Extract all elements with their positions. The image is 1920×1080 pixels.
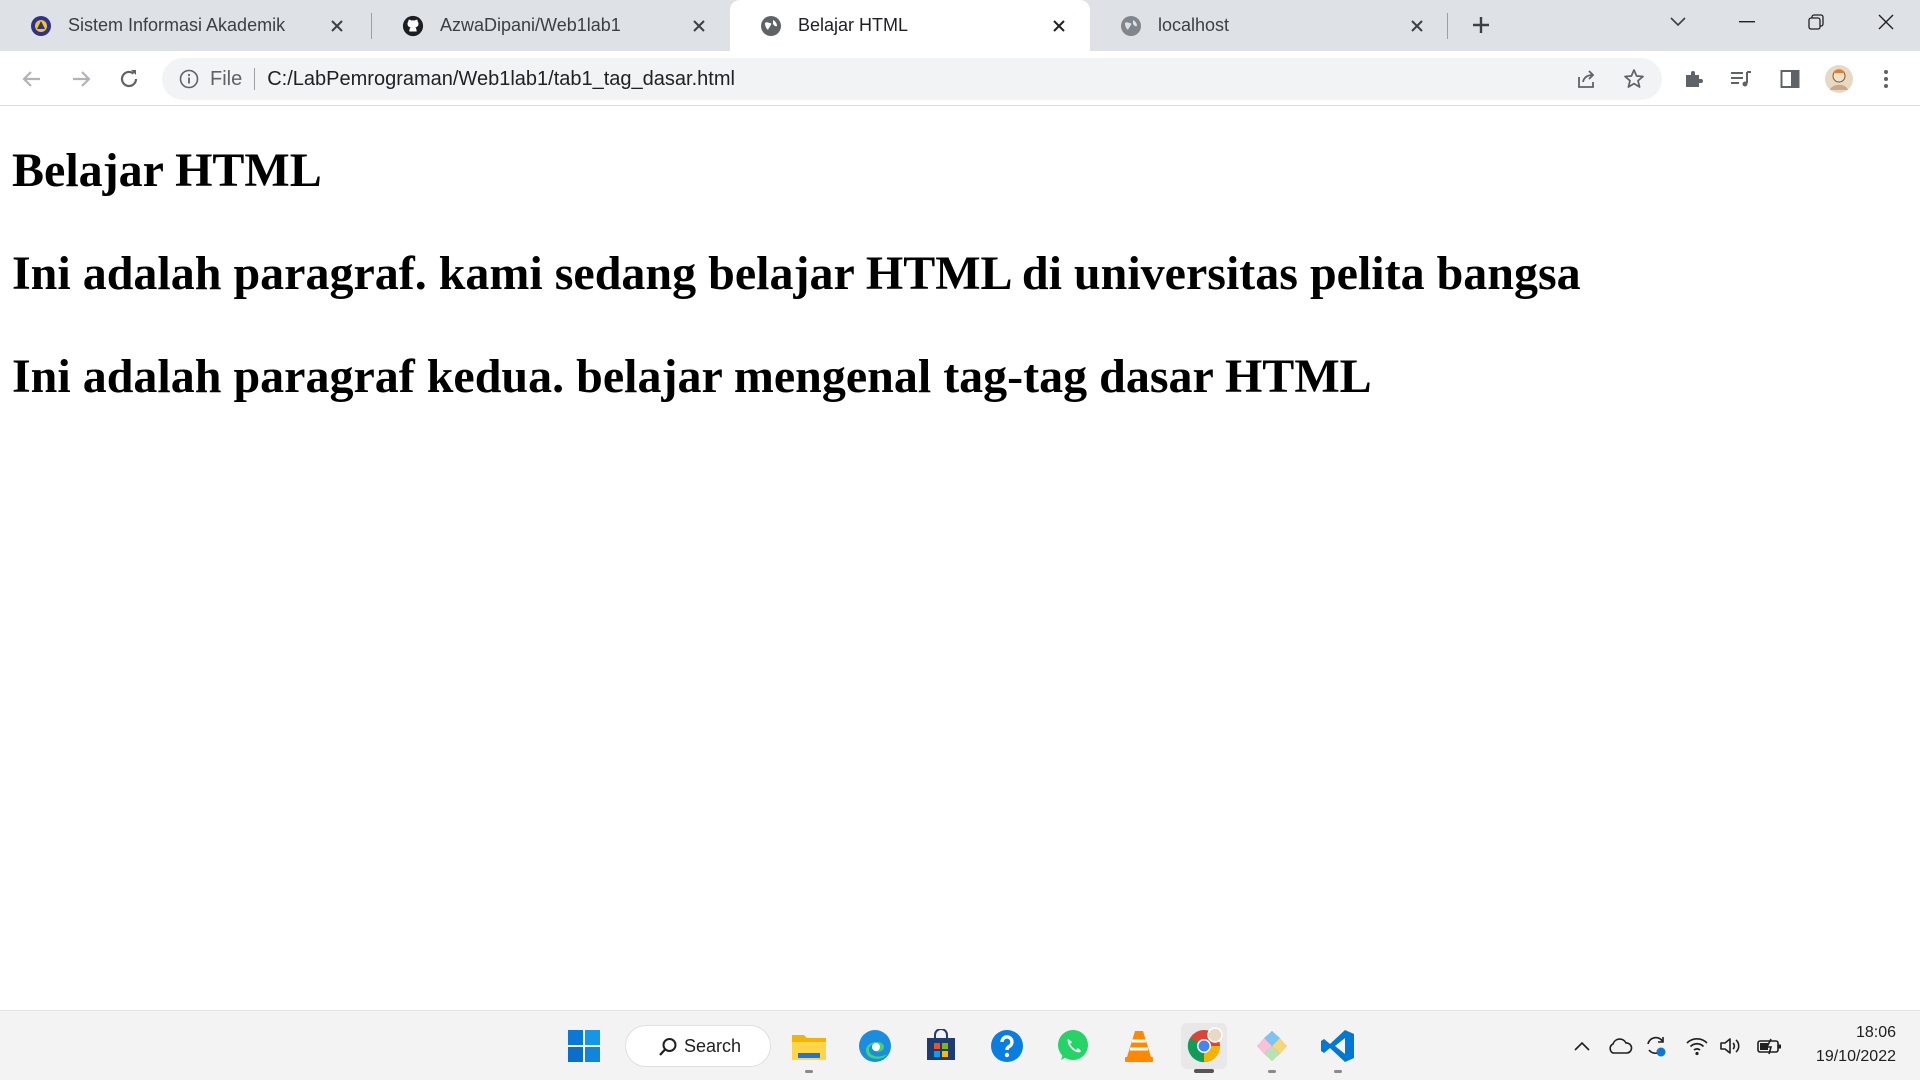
puzzle-icon: [1686, 71, 1703, 87]
help-icon: [991, 1030, 1023, 1062]
wifi-icon: [1686, 1037, 1708, 1056]
globe-icon: [760, 15, 782, 37]
battery-tray[interactable]: [1756, 1033, 1784, 1059]
start-button[interactable]: [561, 1023, 607, 1069]
github-icon: [402, 15, 424, 37]
forward-button[interactable]: [65, 63, 97, 95]
volume-tray[interactable]: [1716, 1033, 1744, 1059]
chrome-menu-button[interactable]: [1869, 62, 1903, 96]
browser-toolbar: File C:/LabPemrograman/Web1lab1/tab1_tag…: [0, 51, 1920, 106]
profile-avatar[interactable]: [1822, 62, 1856, 96]
plus-icon: [1473, 17, 1489, 33]
chrome-icon: [1187, 1027, 1223, 1063]
tab-title: localhost: [1158, 15, 1230, 35]
reload-icon: [120, 70, 138, 88]
vlc-button[interactable]: [1116, 1023, 1162, 1069]
tab-title: Sistem Informasi Akademik: [68, 15, 286, 35]
reload-button[interactable]: [113, 63, 145, 95]
start-icon: [568, 1030, 600, 1062]
chevron-up-icon: [1574, 1041, 1590, 1051]
minimize-button[interactable]: [1717, 0, 1777, 44]
close-tab-icon[interactable]: [324, 13, 350, 39]
volume-icon: [1720, 1038, 1740, 1054]
taskbar-search[interactable]: Search: [625, 1025, 771, 1067]
more-vert-icon: [1884, 70, 1888, 88]
microsoft-store-icon: [927, 1029, 955, 1060]
restore-icon: [1808, 14, 1824, 30]
file-explorer-icon: [792, 1035, 826, 1060]
tab-belajar-html[interactable]: Belajar HTML: [730, 0, 1090, 51]
media-control-button[interactable]: [1724, 62, 1758, 96]
microsoft-store-button[interactable]: [918, 1023, 964, 1069]
arrow-right-icon: [73, 71, 91, 87]
tab-search-button[interactable]: [1648, 0, 1708, 44]
star-icon: [1624, 69, 1644, 88]
wifi-tray[interactable]: [1683, 1033, 1711, 1059]
extensions-button[interactable]: [1677, 62, 1711, 96]
restore-button[interactable]: [1786, 0, 1846, 44]
search-icon: [659, 1038, 677, 1056]
tab-title: AzwaDipani/Web1lab1: [440, 15, 621, 35]
vscode-icon: [1321, 1030, 1354, 1062]
omnibox-divider: [254, 68, 256, 90]
taskbar-clock[interactable]: 18:06 19/10/2022: [1796, 1021, 1896, 1069]
tab-title: Belajar HTML: [798, 15, 909, 35]
edge-icon: [859, 1030, 891, 1062]
url-text[interactable]: C:/LabPemrograman/Web1lab1/tab1_tag_dasa…: [267, 68, 1566, 91]
whatsapp-button[interactable]: [1050, 1023, 1096, 1069]
paragraph-heading-1: Ini adalah paragraf. kami sedang belajar…: [12, 247, 1581, 300]
tab-github[interactable]: AzwaDipani/Web1lab1: [372, 0, 730, 51]
tab-sistem-informasi[interactable]: Sistem Informasi Akademik: [0, 0, 368, 51]
clock-date: 19/10/2022: [1815, 1048, 1896, 1065]
globe-icon: [1120, 15, 1142, 37]
vlc-icon: [1125, 1031, 1153, 1062]
battery-charging-icon: [1757, 1038, 1781, 1055]
close-tab-icon[interactable]: [1404, 13, 1430, 39]
avatar-icon: [1825, 65, 1853, 93]
tab-strip: Sistem Informasi Akademik AzwaDipani/Web…: [0, 0, 1920, 51]
side-panel-button[interactable]: [1773, 62, 1807, 96]
arrow-left-icon: [22, 71, 40, 87]
chrome-button[interactable]: [1181, 1023, 1227, 1073]
page-heading: Belajar HTML: [12, 144, 322, 197]
git-button[interactable]: [1249, 1023, 1295, 1073]
edge-button[interactable]: [852, 1023, 898, 1069]
vscode-button[interactable]: [1315, 1023, 1361, 1073]
clock-time: 18:06: [1855, 1024, 1896, 1041]
show-hidden-icons-button[interactable]: [1568, 1033, 1596, 1059]
onedrive-tray[interactable]: [1606, 1033, 1634, 1059]
share-icon: [1578, 70, 1595, 88]
cloud-icon: [1609, 1038, 1633, 1054]
queue-music-icon: [1731, 71, 1751, 87]
tab-separator: [1447, 13, 1448, 39]
chevron-down-icon: [1670, 17, 1686, 27]
sync-icon: [1647, 1036, 1666, 1057]
sync-tray[interactable]: [1642, 1033, 1670, 1059]
windows-taskbar: Search 18:06 19/10/2022: [0, 1010, 1920, 1080]
share-button[interactable]: [1566, 59, 1606, 99]
close-icon: [1878, 14, 1894, 30]
tab-localhost[interactable]: localhost: [1090, 0, 1448, 51]
close-tab-icon[interactable]: [686, 13, 712, 39]
page-content: Belajar HTML Ini adalah paragraf. kami s…: [0, 107, 1920, 1010]
address-bar[interactable]: File C:/LabPemrograman/Web1lab1/tab1_tag…: [162, 58, 1662, 100]
whatsapp-icon: [1058, 1030, 1088, 1060]
paragraph-heading-2: Ini adalah paragraf kedua. belajar menge…: [12, 350, 1372, 403]
file-explorer-button[interactable]: [786, 1023, 832, 1073]
minimize-icon: [1739, 21, 1755, 23]
close-window-button[interactable]: [1856, 0, 1916, 44]
side-panel-icon: [1780, 70, 1800, 88]
info-icon[interactable]: [178, 68, 200, 90]
back-button[interactable]: [16, 63, 48, 95]
bookmark-button[interactable]: [1614, 59, 1654, 99]
new-tab-button[interactable]: [1466, 10, 1496, 40]
git-icon: [1257, 1031, 1287, 1061]
scheme-label: File: [210, 67, 243, 90]
get-help-button[interactable]: [984, 1023, 1030, 1069]
university-logo-icon: [30, 15, 52, 37]
close-tab-icon[interactable]: [1046, 13, 1072, 39]
search-label: Search: [684, 1035, 742, 1056]
